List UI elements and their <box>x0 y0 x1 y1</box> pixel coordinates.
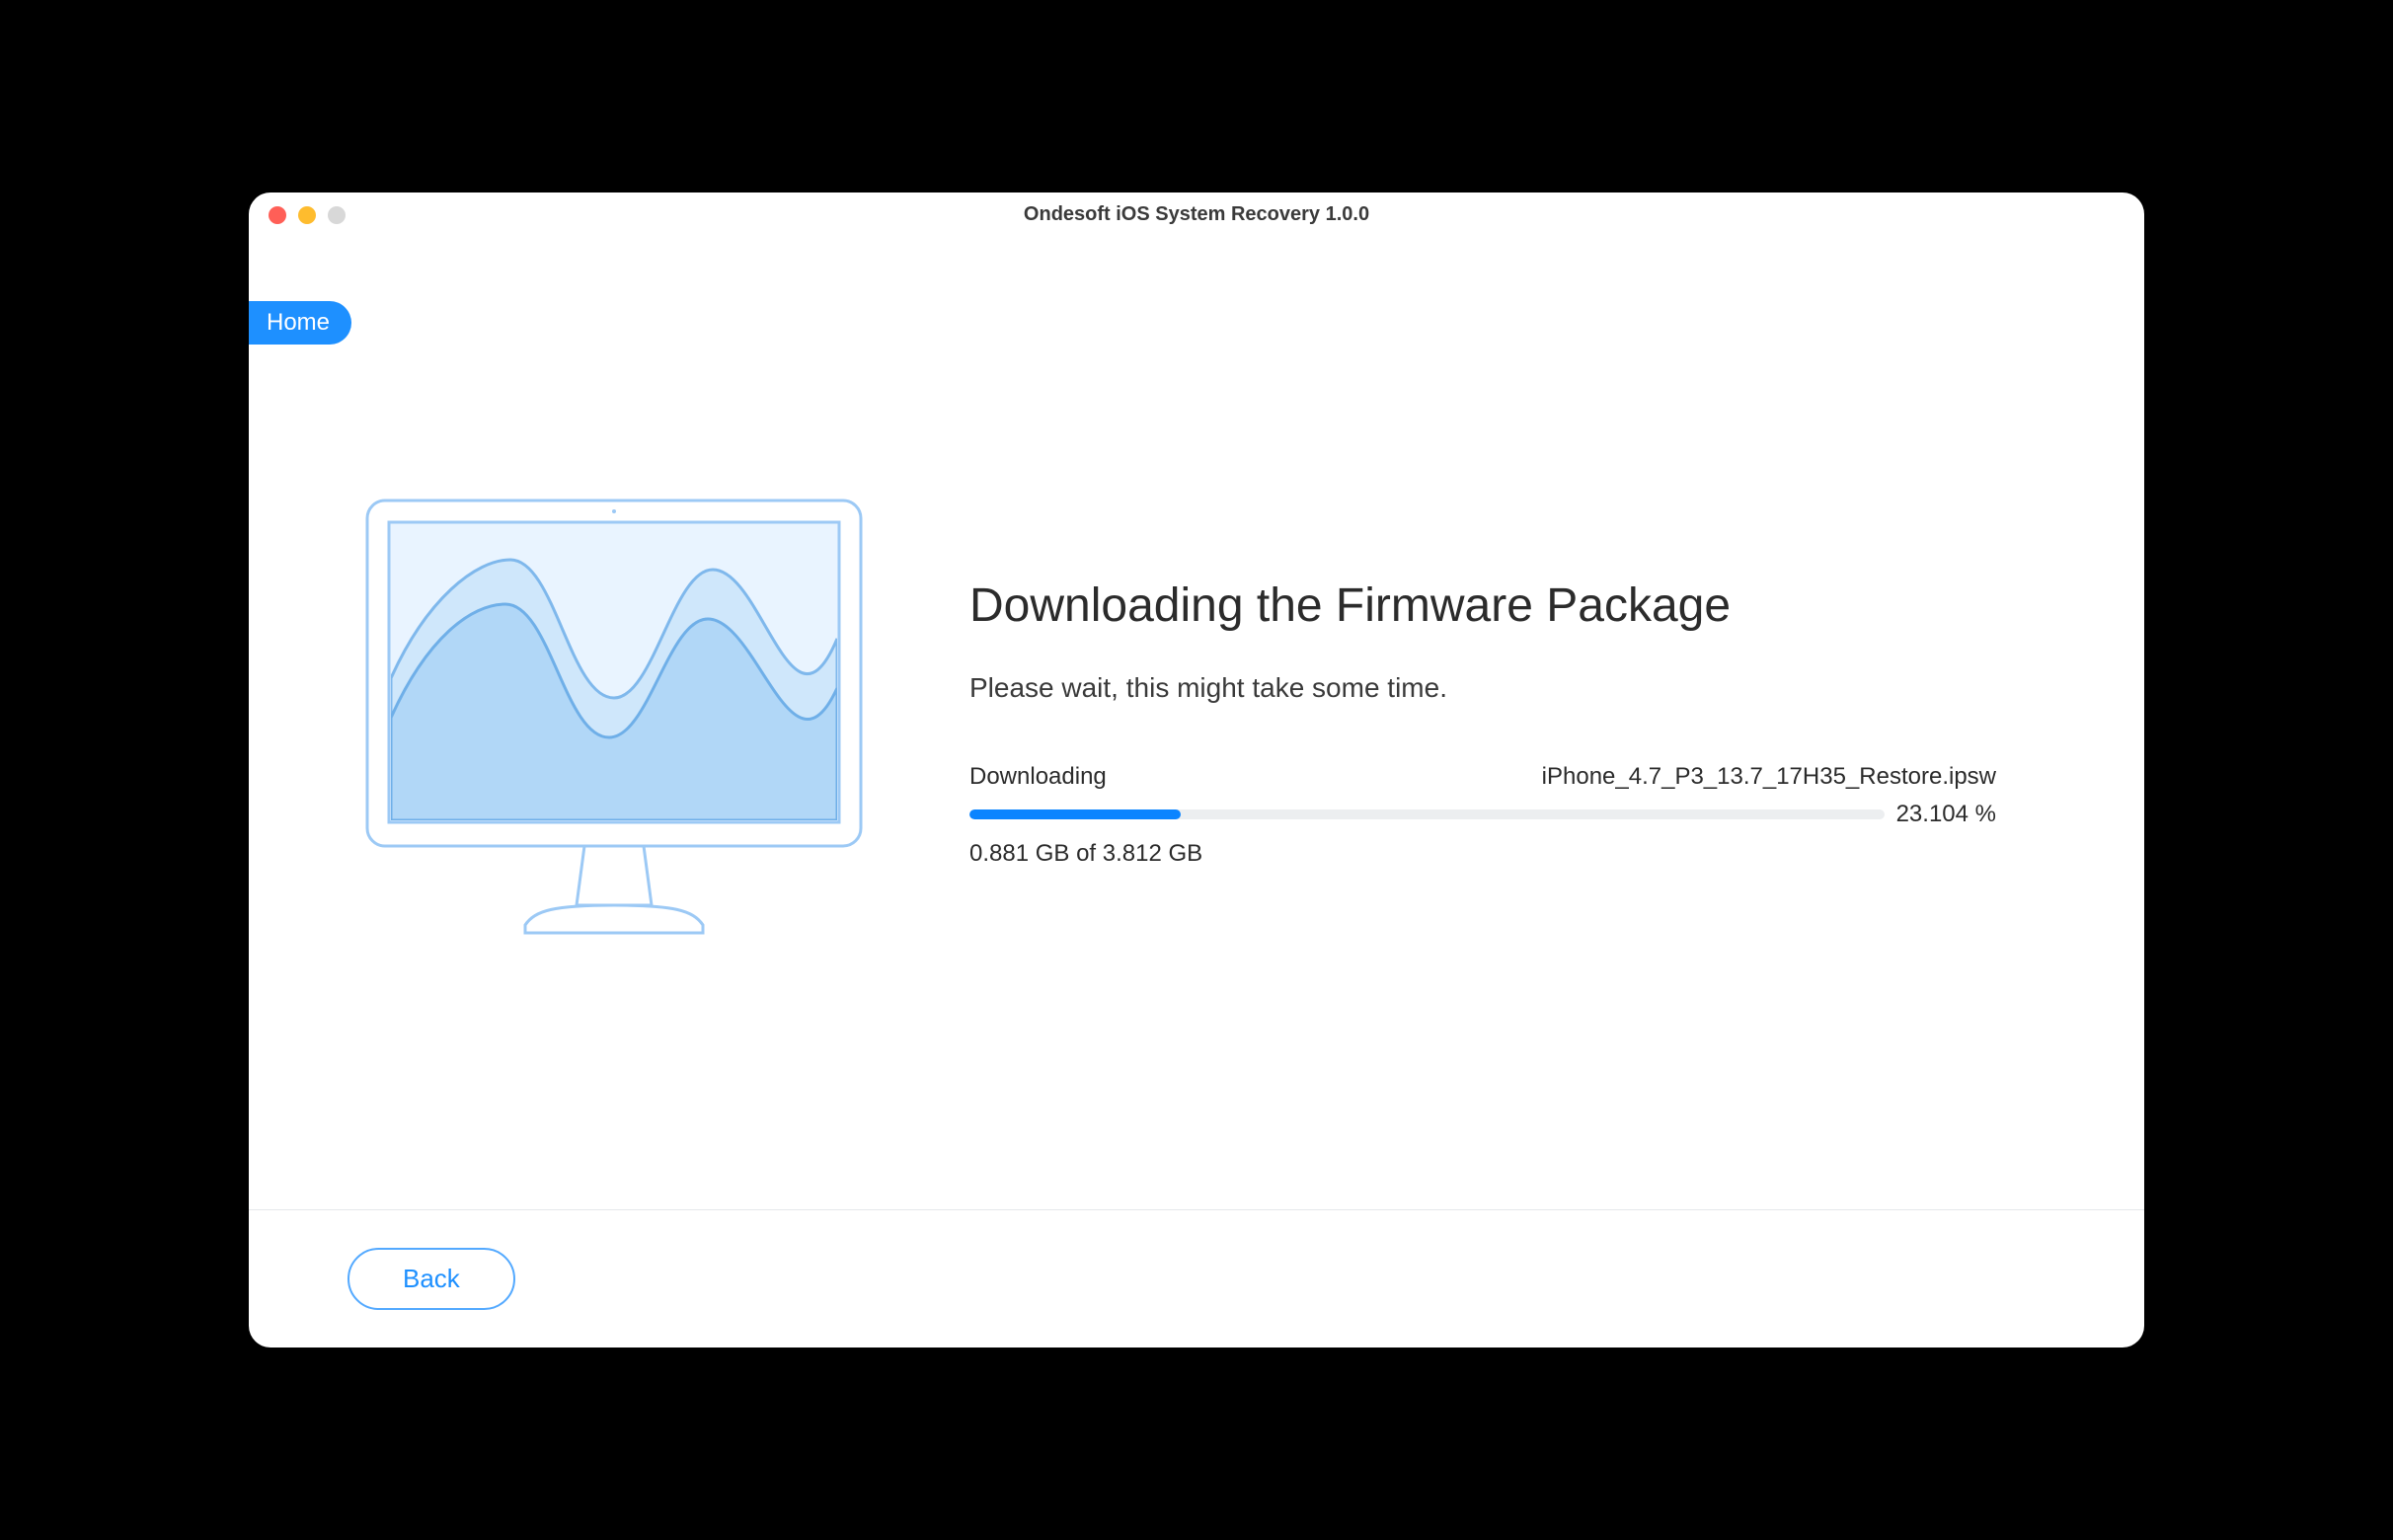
page-heading: Downloading the Firmware Package <box>969 578 1996 633</box>
download-status-label: Downloading <box>969 763 1107 791</box>
download-info-row: Downloading iPhone_4.7_P3_13.7_17H35_Res… <box>969 763 1996 791</box>
close-icon[interactable] <box>269 206 286 224</box>
monitor-illustration <box>338 491 890 955</box>
app-window: Ondesoft iOS System Recovery 1.0.0 Home <box>249 192 2144 1348</box>
back-label: Back <box>403 1264 460 1293</box>
home-label: Home <box>267 309 330 336</box>
progress-fill <box>969 809 1181 819</box>
minimize-icon[interactable] <box>298 206 316 224</box>
window-title: Ondesoft iOS System Recovery 1.0.0 <box>1024 203 1369 226</box>
progress-bar <box>969 809 1885 819</box>
footer: Back <box>249 1209 2144 1348</box>
main-content: Downloading the Firmware Package Please … <box>249 236 2144 1209</box>
titlebar: Ondesoft iOS System Recovery 1.0.0 <box>249 192 2144 236</box>
maximize-icon[interactable] <box>328 206 346 224</box>
progress-percent: 23.104 % <box>1896 801 1996 828</box>
back-button[interactable]: Back <box>347 1248 515 1310</box>
window-controls <box>269 206 346 224</box>
page-subtext: Please wait, this might take some time. <box>969 672 1996 704</box>
progress-row: 23.104 % <box>969 801 1996 828</box>
download-panel: Downloading the Firmware Package Please … <box>969 578 2055 868</box>
download-filename: iPhone_4.7_P3_13.7_17H35_Restore.ipsw <box>1542 763 1996 791</box>
download-size: 0.881 GB of 3.812 GB <box>969 840 1996 868</box>
home-button[interactable]: Home <box>249 301 351 345</box>
monitor-waves-icon <box>357 491 871 955</box>
